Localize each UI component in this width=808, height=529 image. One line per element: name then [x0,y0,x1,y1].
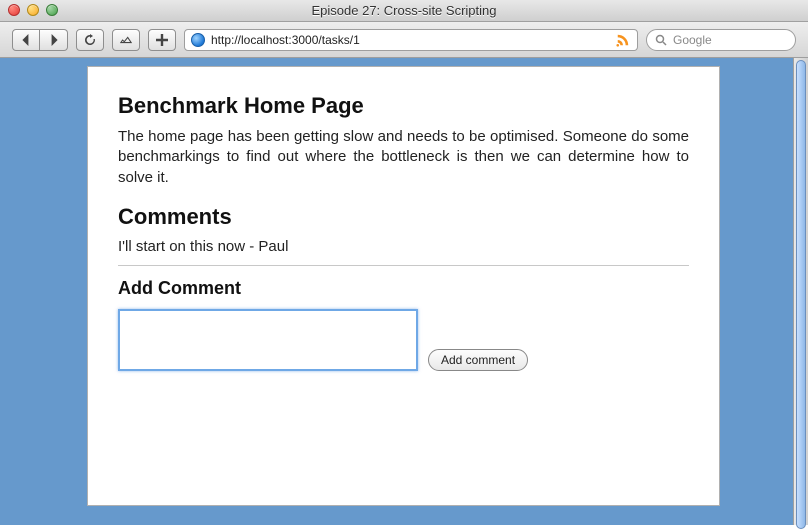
comment-textarea[interactable] [118,309,418,371]
zoom-window-button[interactable] [46,4,58,16]
chevron-right-icon [48,34,60,46]
page-content: Benchmark Home Page The home page has be… [87,66,720,506]
traffic-lights [8,4,58,16]
task-title: Benchmark Home Page [118,93,689,119]
add-comment-heading: Add Comment [118,278,689,299]
browser-toolbar: http://localhost:3000/tasks/1 Google [0,22,808,58]
close-window-button[interactable] [8,4,20,16]
window-title: Episode 27: Cross-site Scripting [312,3,497,18]
add-comment-form: Add comment [118,309,689,371]
comments-heading: Comments [118,204,689,230]
plus-icon [156,34,168,46]
task-description: The home page has been getting slow and … [118,127,689,188]
window-titlebar: Episode 27: Cross-site Scripting [0,0,808,22]
url-text: http://localhost:3000/tasks/1 [211,33,609,47]
site-favicon-icon [191,33,205,47]
nav-buttons [12,29,68,51]
browser-viewport: Benchmark Home Page The home page has be… [0,58,808,525]
bookmarks-icon [120,34,132,46]
add-bookmark-button[interactable] [148,29,176,51]
bookmarks-button[interactable] [112,29,140,51]
vertical-scrollbar[interactable] [793,58,808,525]
forward-button[interactable] [40,29,68,51]
search-icon [655,34,667,46]
search-field[interactable]: Google [646,29,796,51]
minimize-window-button[interactable] [27,4,39,16]
add-comment-button[interactable]: Add comment [428,349,528,371]
search-placeholder: Google [673,33,712,47]
chevron-left-icon [20,34,32,46]
reload-icon [84,34,96,46]
reload-button[interactable] [76,29,104,51]
rss-icon[interactable] [615,32,631,48]
back-button[interactable] [12,29,40,51]
divider [118,265,689,266]
address-bar[interactable]: http://localhost:3000/tasks/1 [184,29,638,51]
comment-item: I'll start on this now - Paul [118,238,689,255]
